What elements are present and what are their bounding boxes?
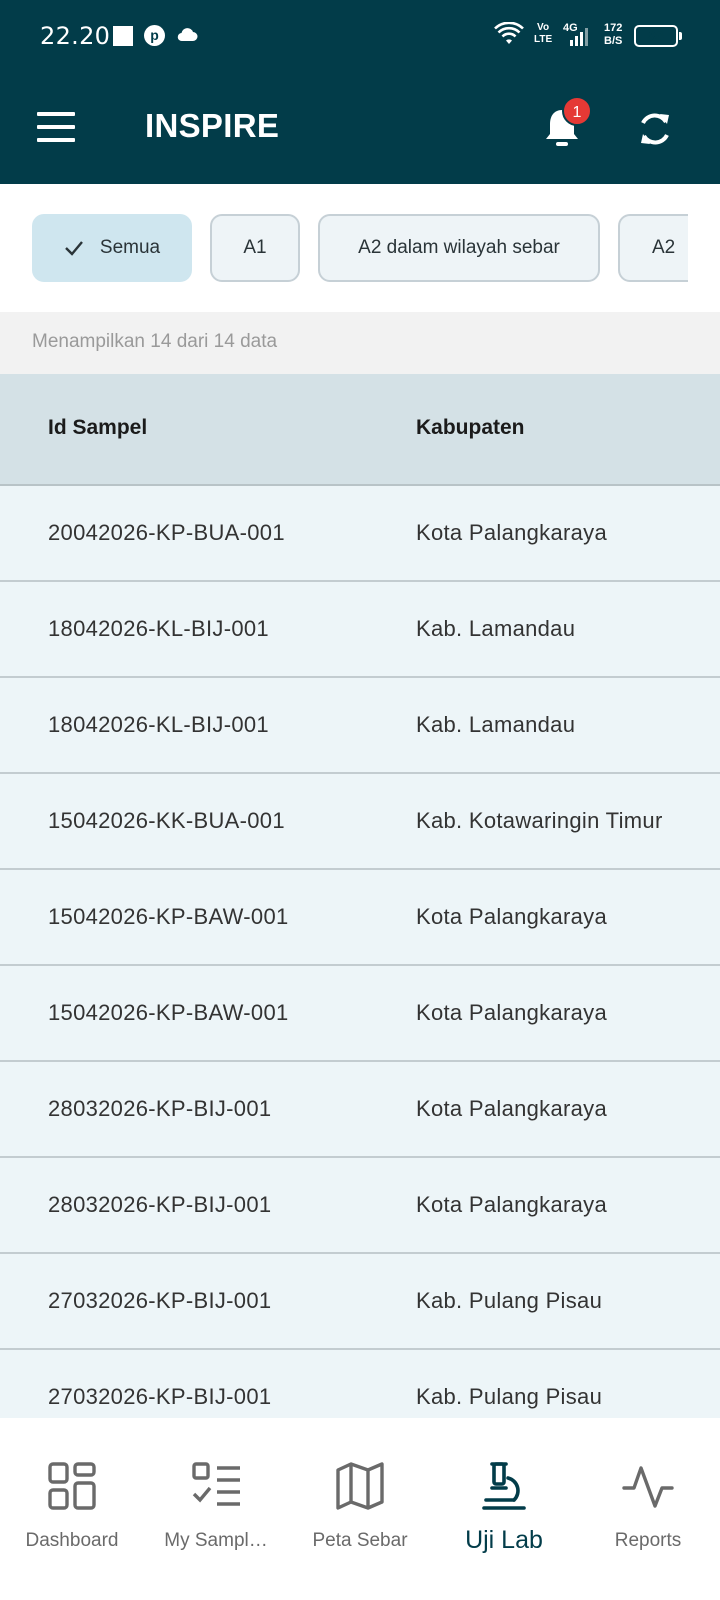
nav-my-samples[interactable]: My Sampl…: [144, 1418, 288, 1600]
menu-icon: [37, 112, 75, 116]
cell-kabupaten: Kab. Kotawaringin Timur: [416, 808, 663, 833]
cell-kabupaten: Kab. Lamandau: [416, 712, 576, 737]
table-body[interactable]: 20042026-KP-BUA-001 Kota Palangkaraya 18…: [0, 486, 720, 1418]
chip-label: Semua: [99, 237, 161, 258]
pinterest-icon: p: [144, 25, 165, 46]
nav-peta-sebar[interactable]: Peta Sebar: [288, 1418, 432, 1600]
app-bar: INSPIRE 1: [0, 72, 720, 184]
filter-chips: Semua A1 A2 dalam wilayah sebar A2: [0, 184, 720, 312]
bottom-navigation: Dashboard My Sampl… Peta Sebar Uji Lab R…: [0, 1418, 720, 1600]
cloud-icon: [177, 28, 198, 42]
cell-kabupaten: Kab. Lamandau: [416, 616, 576, 641]
nav-label: Uji Lab: [465, 1526, 543, 1554]
result-count-text: Menampilkan 14 dari 14 data: [32, 331, 278, 352]
square-notification-icon: [113, 26, 133, 46]
dashboard-icon: [48, 1462, 96, 1510]
chip-a2-dalam-wilayah-sebar[interactable]: A2 dalam wilayah sebar: [318, 214, 600, 282]
cell-kabupaten: Kota Palangkaraya: [416, 1000, 608, 1025]
table-row[interactable]: 27032026-KP-BIJ-001 Kab. Pulang Pisau: [0, 1254, 720, 1350]
column-header-id-sampel: Id Sampel: [48, 416, 148, 439]
battery-level: 80: [648, 28, 664, 44]
table-row[interactable]: 27032026-KP-BIJ-001 Kab. Pulang Pisau: [0, 1350, 720, 1418]
result-count-bar: Menampilkan 14 dari 14 data: [0, 312, 720, 374]
chip-label: A2 dalam wilayah sebar: [358, 237, 560, 258]
table-row[interactable]: 15042026-KK-BUA-001 Kab. Kotawaringin Ti…: [0, 774, 720, 870]
notification-badge: 1: [562, 96, 592, 126]
signal-icon: [570, 28, 588, 46]
app-title: INSPIRE: [145, 107, 280, 144]
cell-id-sampel: 18042026-KL-BIJ-001: [48, 712, 269, 737]
cell-id-sampel: 27032026-KP-BIJ-001: [48, 1288, 272, 1313]
chip-semua[interactable]: Semua: [32, 214, 192, 282]
network-speed: 172 B/S: [604, 22, 623, 47]
table-row[interactable]: 28032026-KP-BIJ-001 Kota Palangkaraya: [0, 1062, 720, 1158]
table-row[interactable]: 18042026-KL-BIJ-001 Kab. Lamandau: [0, 678, 720, 774]
chip-a2[interactable]: A2: [618, 214, 688, 282]
cell-kabupaten: Kota Palangkaraya: [416, 1096, 608, 1121]
chip-label: A2: [652, 237, 676, 258]
nav-label: My Sampl…: [164, 1530, 268, 1551]
nav-dashboard[interactable]: Dashboard: [0, 1418, 144, 1600]
table-header: Id Sampel Kabupaten: [0, 374, 720, 486]
microscope-icon: [482, 1462, 526, 1510]
column-header-kabupaten: Kabupaten: [416, 416, 525, 439]
cell-kabupaten: Kab. Pulang Pisau: [416, 1384, 603, 1409]
nav-reports[interactable]: Reports: [576, 1418, 720, 1600]
battery-icon: 80: [634, 25, 682, 47]
chip-a1[interactable]: A1: [210, 214, 300, 282]
cell-id-sampel: 15042026-KP-BAW-001: [48, 1000, 289, 1025]
table-row[interactable]: 20042026-KP-BUA-001 Kota Palangkaraya: [0, 486, 720, 582]
cell-kabupaten: Kota Palangkaraya: [416, 1192, 608, 1217]
cell-kabupaten: Kota Palangkaraya: [416, 904, 608, 929]
cell-id-sampel: 27032026-KP-BIJ-001: [48, 1384, 272, 1409]
cell-id-sampel: 28032026-KP-BIJ-001: [48, 1096, 272, 1121]
status-bar: 22.20 p Vo LTE 4G 172 B/S 80: [0, 0, 720, 72]
table-row[interactable]: 15042026-KP-BAW-001 Kota Palangkaraya: [0, 966, 720, 1062]
cell-kabupaten: Kota Palangkaraya: [416, 520, 608, 545]
check-icon: [65, 241, 83, 256]
nav-label: Reports: [614, 1530, 682, 1551]
table-row[interactable]: 15042026-KP-BAW-001 Kota Palangkaraya: [0, 870, 720, 966]
nav-label: Dashboard: [25, 1530, 119, 1551]
cell-id-sampel: 18042026-KL-BIJ-001: [48, 616, 269, 641]
status-time: 22.20: [40, 22, 111, 50]
cell-kabupaten: Kab. Pulang Pisau: [416, 1288, 603, 1313]
volte-indicator: Vo LTE: [534, 22, 553, 45]
table-row[interactable]: 18042026-KL-BIJ-001 Kab. Lamandau: [0, 582, 720, 678]
activity-icon: [622, 1466, 674, 1508]
map-icon: [336, 1462, 384, 1510]
cell-id-sampel: 15042026-KK-BUA-001: [48, 808, 285, 833]
wifi-icon: [494, 22, 524, 44]
sync-icon[interactable]: [636, 110, 674, 148]
menu-button[interactable]: [37, 112, 75, 142]
table-row[interactable]: 28032026-KP-BIJ-001 Kota Palangkaraya: [0, 1158, 720, 1254]
checklist-icon: [192, 1462, 240, 1506]
cell-id-sampel: 28032026-KP-BIJ-001: [48, 1192, 272, 1217]
cell-id-sampel: 20042026-KP-BUA-001: [48, 520, 285, 545]
nav-label: Peta Sebar: [312, 1530, 408, 1551]
chip-label: A1: [243, 237, 267, 258]
nav-uji-lab[interactable]: Uji Lab: [432, 1418, 576, 1600]
cell-id-sampel: 15042026-KP-BAW-001: [48, 904, 289, 929]
